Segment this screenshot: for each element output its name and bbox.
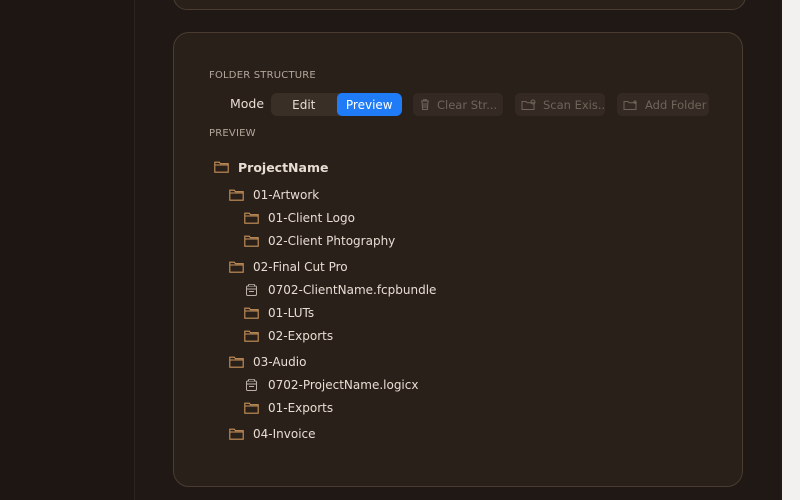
tree-item-label: 01-Client Logo [268,211,355,225]
tree-item-label: 03-Audio [253,355,307,369]
tree-item[interactable]: 03-Audio [228,352,306,372]
folder-icon [228,260,244,274]
add-folder-label: Add Folder [645,97,707,112]
preview-heading: PREVIEW [209,128,256,139]
tree-item[interactable]: 02-Final Cut Pro [228,257,348,277]
folder-icon [243,329,259,343]
folder-structure-card: FOLDER STRUCTURE Mode Edit Preview Clear… [173,32,743,487]
folder-icon [243,234,259,248]
tree-item[interactable]: 01-Exports [243,398,333,418]
add-folder-button[interactable]: Add Folder [617,93,709,116]
tree-item-label: 02-Exports [268,329,334,343]
trash-icon [419,98,431,112]
tree-item[interactable]: 01-Client Logo [243,208,355,228]
tree-item-label: 02-Client Phtography [268,234,396,248]
tree-item[interactable]: 02-Exports [243,326,333,346]
mode-label: Mode [230,96,265,111]
scan-existing-button[interactable]: Scan Exis... [515,93,605,116]
folder-icon [228,188,244,202]
mode-edit-option[interactable]: Edit [271,93,337,116]
tree-item[interactable]: 02-Client Phtography [243,231,395,251]
folder-icon [228,355,244,369]
tree-item-label: 0702-ClientName.fcpbundle [268,283,437,297]
folder-icon [243,211,259,225]
tree-item-label: 04-Invoice [253,427,316,441]
folder-structure-heading: FOLDER STRUCTURE [209,70,316,81]
tree-item[interactable]: 0702-ClientName.fcpbundle [243,280,436,300]
tree-root-label: ProjectName [238,159,329,175]
tree-item-label: 02-Final Cut Pro [253,260,348,274]
previous-card [173,0,746,10]
tree-item[interactable]: 0702-ProjectName.logicx [243,375,418,395]
folder-icon [243,306,259,320]
bundle-icon [243,378,259,392]
tree-item[interactable]: 01-LUTs [243,303,314,323]
tree-item-label: 01-Exports [268,401,334,415]
bundle-icon [243,283,259,297]
folder-icon [243,401,259,415]
tree-root[interactable]: ProjectName [213,157,328,177]
mode-segmented-control[interactable]: Edit Preview [271,93,402,116]
tree-item[interactable]: 01-Artwork [228,185,319,205]
folder-icon [213,160,229,174]
tree-item[interactable]: 04-Invoice [228,424,316,444]
clear-structure-button[interactable]: Clear Str... [413,93,503,116]
tree-item-label: 01-Artwork [253,188,320,202]
folder-search-icon [521,98,537,112]
folder-icon [228,427,244,441]
sidebar [0,0,135,500]
tree-item-label: 01-LUTs [268,306,315,320]
window-edge [782,0,800,500]
folder-plus-icon [623,98,639,112]
clear-structure-label: Clear Str... [437,97,498,112]
mode-preview-option[interactable]: Preview [336,93,402,116]
tree-item-label: 0702-ProjectName.logicx [268,378,419,392]
scan-existing-label: Scan Exis... [543,97,605,112]
